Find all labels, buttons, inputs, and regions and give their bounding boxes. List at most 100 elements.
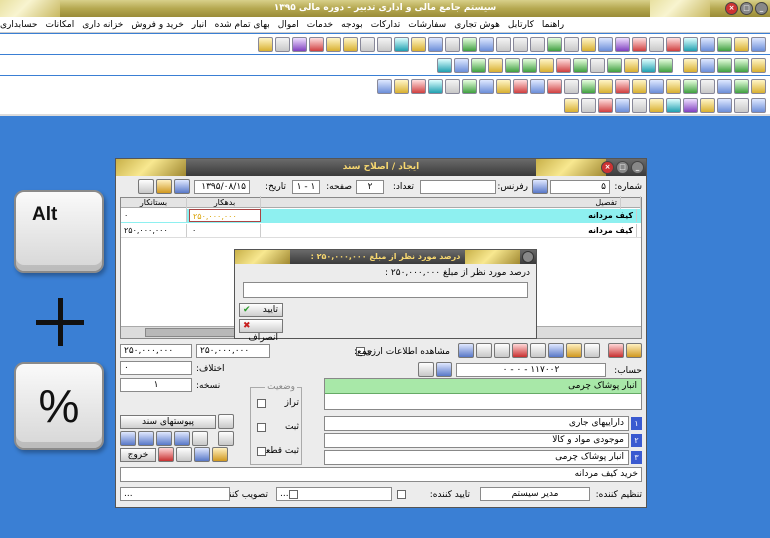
printer-icon[interactable] <box>275 36 290 52</box>
tb-icon[interactable] <box>700 57 715 73</box>
tb-icon[interactable] <box>632 97 647 113</box>
tb-icon[interactable] <box>309 36 324 52</box>
tb-icon[interactable] <box>632 36 647 52</box>
tb-icon[interactable] <box>360 36 375 52</box>
tb-icon[interactable] <box>556 57 571 73</box>
tb-icon[interactable] <box>218 431 234 446</box>
tb-icon[interactable] <box>496 78 511 94</box>
tb-icon[interactable] <box>666 36 681 52</box>
tb-icon[interactable] <box>513 78 528 94</box>
tb-icon[interactable] <box>598 36 613 52</box>
tb-icon[interactable] <box>608 343 624 358</box>
prev-record-icon[interactable] <box>138 431 154 446</box>
menu-help[interactable]: راهنما <box>542 20 564 30</box>
tb-icon[interactable] <box>624 57 639 73</box>
ok-button[interactable]: ✔ تایید <box>239 303 283 317</box>
ratified-by-checkbox[interactable] <box>289 490 298 499</box>
tb-icon[interactable] <box>394 36 409 52</box>
tb-icon[interactable] <box>590 57 605 73</box>
tb-icon[interactable] <box>496 36 511 52</box>
tb-icon[interactable] <box>717 57 732 73</box>
tb-icon[interactable] <box>547 78 562 94</box>
binoculars-icon[interactable] <box>532 179 548 194</box>
tb-icon[interactable] <box>666 78 681 94</box>
tb-icon[interactable] <box>292 36 307 52</box>
tb-icon[interactable] <box>641 57 656 73</box>
tb-icon[interactable] <box>632 78 647 94</box>
cancel-button[interactable]: ✖ انصراف <box>239 319 283 343</box>
account-level-3-name[interactable]: انبار پوشاک چرمی <box>324 450 629 465</box>
close-icon[interactable]: × <box>601 161 614 174</box>
search-icon[interactable] <box>445 36 460 52</box>
tb-icon[interactable] <box>428 36 443 52</box>
tb-icon[interactable] <box>539 57 554 73</box>
tb-icon[interactable] <box>751 97 766 113</box>
tb-icon[interactable] <box>377 36 392 52</box>
tb-icon[interactable] <box>326 36 341 52</box>
chart-icon[interactable] <box>683 97 698 113</box>
tb-icon[interactable] <box>717 36 732 52</box>
row-credit[interactable]: ۲۵۰,۰۰۰,۰۰۰ <box>121 224 187 237</box>
tb-icon[interactable] <box>522 57 537 73</box>
tb-icon[interactable] <box>607 57 622 73</box>
tb-icon[interactable] <box>462 36 477 52</box>
tb-icon[interactable] <box>700 97 715 113</box>
tb-icon[interactable] <box>566 343 582 358</box>
menu-tools[interactable]: امکانات <box>45 20 74 30</box>
tb-icon[interactable] <box>734 78 749 94</box>
tb-icon[interactable] <box>751 57 766 73</box>
maximize-icon[interactable]: □ <box>740 2 753 15</box>
maximize-icon[interactable]: □ <box>616 161 629 174</box>
menu-bi[interactable]: هوش تجاری <box>454 20 500 30</box>
tb-icon[interactable] <box>462 78 477 94</box>
menu-budget[interactable]: بودجه <box>341 20 363 30</box>
menu-accounting[interactable]: حسابداری <box>0 20 37 30</box>
tb-icon[interactable] <box>700 36 715 52</box>
tb-icon[interactable] <box>649 97 664 113</box>
warning-icon[interactable] <box>564 97 579 113</box>
tb-icon[interactable] <box>734 36 749 52</box>
tb-icon[interactable] <box>615 78 630 94</box>
tb-icon[interactable] <box>751 78 766 94</box>
account-code-field[interactable]: ۱۱۷۰۰۲ - ۰ - ۰ <box>456 363 606 377</box>
first-record-icon[interactable] <box>120 431 136 446</box>
tb-icon[interactable] <box>343 36 358 52</box>
menu-services[interactable]: خدمات <box>307 20 333 30</box>
tb-icon[interactable] <box>564 78 579 94</box>
delete-icon[interactable] <box>158 447 174 462</box>
tb-icon[interactable] <box>377 78 392 94</box>
status-fixed-checkbox[interactable] <box>257 423 266 432</box>
tb-icon[interactable] <box>479 36 494 52</box>
tb-icon[interactable] <box>476 343 492 358</box>
tb-icon[interactable] <box>445 78 460 94</box>
tb-icon[interactable] <box>666 97 681 113</box>
description-field[interactable]: خرید کیف مردانه <box>120 467 642 482</box>
number-field[interactable]: ۵ <box>550 180 610 194</box>
menu-orders[interactable]: سفارشات <box>408 20 446 30</box>
tb-icon[interactable] <box>530 78 545 94</box>
binoculars-icon[interactable] <box>436 362 452 377</box>
selected-account-row[interactable]: انبار پوشاک چرمی <box>325 379 641 394</box>
exit-button[interactable]: خروج <box>120 448 156 462</box>
menu-cost[interactable]: بهای تمام شده <box>215 20 270 30</box>
tb-icon[interactable] <box>418 362 434 377</box>
tb-icon[interactable] <box>615 97 630 113</box>
menu-cartable[interactable]: کارتابل <box>508 20 534 30</box>
menu-purchase-sales[interactable]: خرید و فروش <box>131 20 183 30</box>
tb-icon[interactable] <box>717 97 732 113</box>
tb-icon[interactable] <box>649 36 664 52</box>
menu-assets[interactable]: اموال <box>278 20 299 30</box>
next-record-icon[interactable] <box>156 431 172 446</box>
tb-icon[interactable] <box>683 57 698 73</box>
minimize-icon[interactable]: _ <box>631 161 644 174</box>
help-icon[interactable] <box>258 36 273 52</box>
tb-icon[interactable] <box>598 78 613 94</box>
tb-icon[interactable] <box>751 36 766 52</box>
reference-field[interactable] <box>420 180 496 194</box>
row-debit[interactable]: ۲۵۰,۰۰۰,۰۰۰ <box>189 209 261 222</box>
tb-icon[interactable] <box>488 57 503 73</box>
tb-icon[interactable] <box>717 78 732 94</box>
percent-input[interactable] <box>243 282 528 298</box>
tb-icon[interactable] <box>548 343 564 358</box>
last-record-icon[interactable] <box>174 431 190 446</box>
